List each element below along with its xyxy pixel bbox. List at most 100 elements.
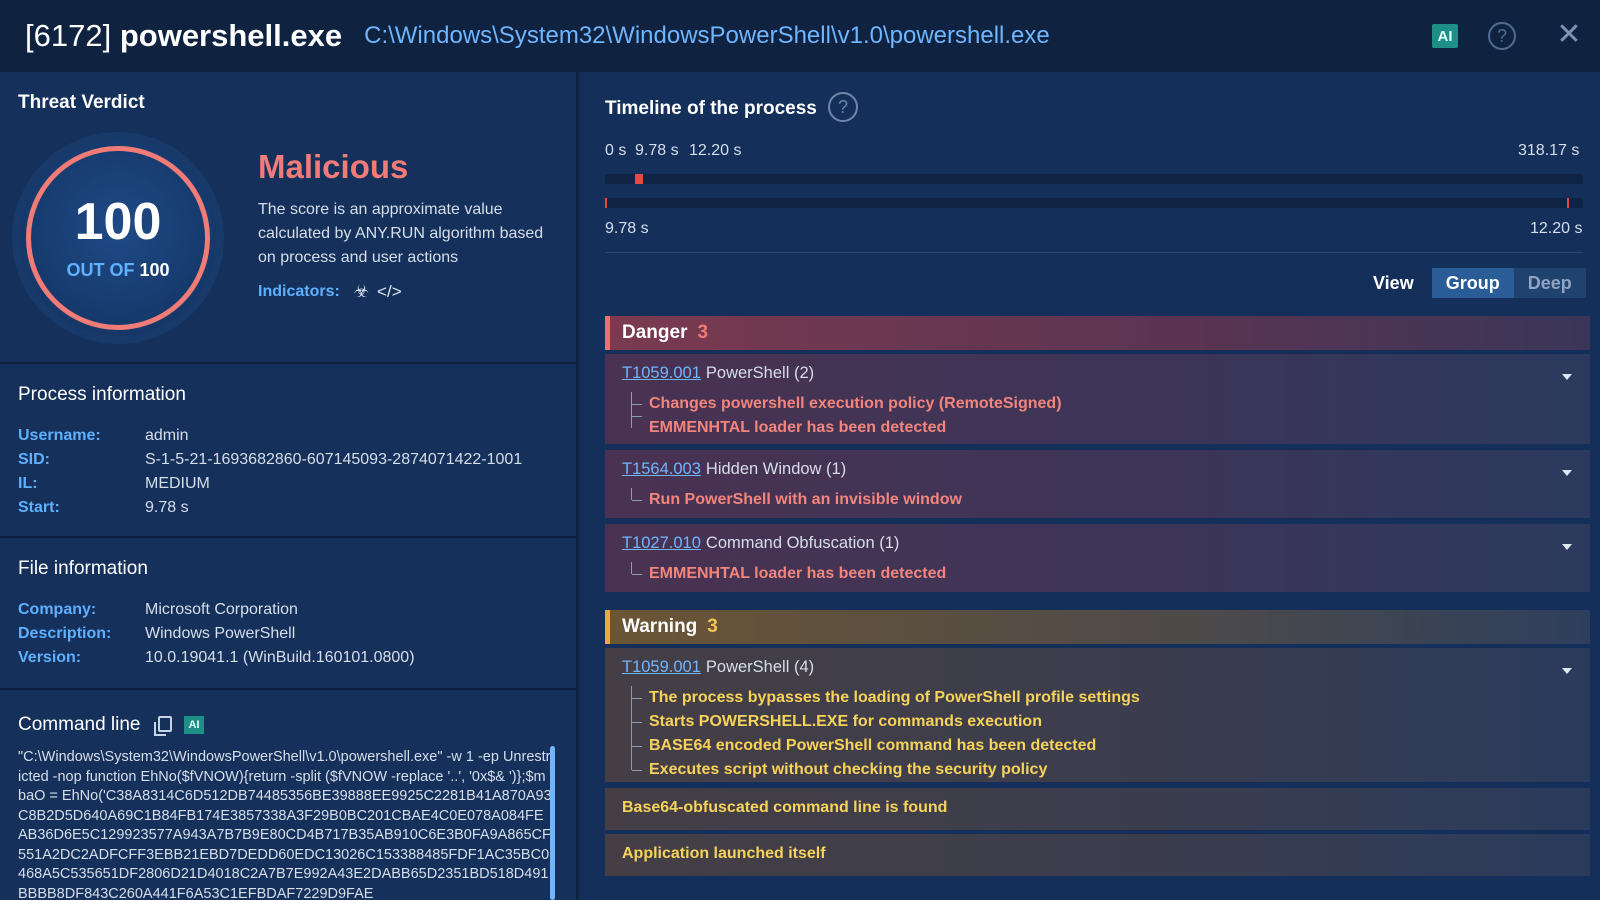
- score-value: 100: [74, 193, 162, 251]
- timeline-selection-marker[interactable]: [635, 174, 643, 184]
- chevron-down-icon[interactable]: [1562, 470, 1572, 476]
- ai-icon[interactable]: AI: [184, 716, 204, 734]
- info-row: Start: 9.78 s: [18, 496, 522, 520]
- chevron-down-icon[interactable]: [1562, 374, 1572, 380]
- tree-lines: [631, 686, 643, 771]
- info-value: MEDIUM: [145, 475, 210, 492]
- tree-lines: [631, 392, 643, 428]
- info-key: Username:: [18, 427, 101, 444]
- left-panel: Threat Verdict 100 OUT OF 100 Malicious …: [0, 72, 578, 900]
- info-row: Company: Microsoft Corporation: [18, 598, 415, 622]
- indicator-list: EMMENHTAL loader has been detected: [649, 562, 946, 586]
- indicator-item[interactable]: Executes script without checking the sec…: [649, 758, 1140, 782]
- indicator-list: Run PowerShell with an invisible window: [649, 488, 962, 512]
- technique-header: T1564.003 Hidden Window (1): [622, 460, 846, 479]
- warning-item-label: Base64-obfuscated command line is found: [622, 799, 948, 816]
- technique-card[interactable]: T1027.010 Command Obfuscation (1) EMMENHT…: [605, 524, 1590, 592]
- tree-lines: [631, 488, 643, 501]
- info-value: 10.0.19041.1 (WinBuild.160101.0800): [145, 649, 415, 666]
- danger-label: Danger: [622, 322, 688, 343]
- view-label: View: [1373, 272, 1414, 293]
- warning-count: 3: [707, 616, 718, 637]
- out-of-prefix: OUT OF: [66, 260, 135, 280]
- divider: [605, 252, 1583, 253]
- process-path[interactable]: C:\Windows\System32\WindowsPowerShell\v1…: [364, 22, 1050, 50]
- technique-header: T1059.001 PowerShell (2): [622, 364, 814, 383]
- technique-name: Command Obfuscation (1): [705, 534, 900, 552]
- timeline-track-zoom[interactable]: [605, 198, 1583, 208]
- chevron-down-icon[interactable]: [1562, 544, 1572, 550]
- command-line-text[interactable]: "C:\Windows\System32\WindowsPowerShell\v…: [18, 748, 552, 900]
- info-value: admin: [145, 427, 189, 444]
- timeline-label: 12.20 s: [689, 142, 742, 159]
- chevron-down-icon[interactable]: [1562, 668, 1572, 674]
- timeline-start-tick: [605, 198, 607, 208]
- warning-label: Warning: [622, 616, 698, 637]
- view-group-button[interactable]: Group: [1431, 268, 1514, 298]
- indicator-item[interactable]: The process bypasses the loading of Powe…: [649, 686, 1140, 710]
- indicator-item[interactable]: Starts POWERSHELL.EXE for commands execu…: [649, 710, 1140, 734]
- technique-id-link[interactable]: T1027.010: [622, 534, 701, 552]
- file-information-section: File information Company: Microsoft Corpo…: [0, 538, 578, 690]
- copy-icon[interactable]: [154, 716, 172, 736]
- command-line-section: Command line AI "C:\Windows\System32\Win…: [0, 690, 578, 900]
- code-icon[interactable]: </>: [377, 282, 402, 302]
- close-icon[interactable]: ✕: [1554, 20, 1584, 50]
- indicator-list: The process bypasses the loading of Powe…: [649, 686, 1140, 782]
- view-deep-button[interactable]: Deep: [1513, 268, 1586, 298]
- help-icon[interactable]: ?: [1488, 22, 1516, 50]
- indicator-item[interactable]: BASE64 encoded PowerShell command has be…: [649, 734, 1140, 758]
- timeline-title: Timeline of the process: [605, 98, 817, 119]
- window-header: [6172] powershell.exe C:\Windows\System3…: [0, 0, 1600, 72]
- info-key: Company:: [18, 601, 97, 618]
- info-row: SID: S-1-5-21-1693682860-607145093-287407…: [18, 448, 522, 472]
- process-info-list: Username: admin SID: S-1-5-21-1693682860-6…: [18, 424, 522, 520]
- danger-bar: [605, 316, 610, 350]
- right-panel: Timeline of the process ? 0 s 9.78 s 12.…: [580, 72, 1600, 900]
- file-info-list: Company: Microsoft Corporation Descriptio…: [18, 598, 415, 670]
- technique-id-link[interactable]: T1059.001: [622, 658, 701, 676]
- technique-header: T1059.001 PowerShell (4): [622, 658, 814, 677]
- info-key: Description:: [18, 625, 112, 642]
- technique-card[interactable]: T1564.003 Hidden Window (1) Run PowerShel…: [605, 450, 1590, 518]
- ai-icon[interactable]: AI: [1432, 24, 1458, 48]
- score-gauge: 100 OUT OF 100: [20, 140, 216, 336]
- file-information-title: File information: [18, 558, 148, 579]
- technique-id-link[interactable]: T1564.003: [622, 460, 701, 478]
- command-scrollbar[interactable]: [550, 746, 555, 900]
- danger-count: 3: [697, 322, 709, 343]
- indicator-item[interactable]: EMMENHTAL loader has been detected: [649, 562, 946, 586]
- process-information-title: Process information: [18, 384, 186, 405]
- warning-group-header[interactable]: Warning 3: [605, 610, 1590, 644]
- technique-name: PowerShell (4): [705, 658, 815, 676]
- technique-card[interactable]: T1059.001 PowerShell (2) Changes powershe…: [605, 354, 1590, 444]
- technique-header: T1027.010 Command Obfuscation (1): [622, 534, 899, 553]
- verdict-label: Malicious: [258, 148, 409, 185]
- timeline-label: 9.78 s: [635, 142, 679, 159]
- warning-item[interactable]: Base64-obfuscated command line is found: [605, 788, 1590, 830]
- timeline-zoom-end: 12.20 s: [1530, 220, 1583, 237]
- timeline-track-overview[interactable]: [605, 174, 1583, 184]
- info-row: Description: Windows PowerShell: [18, 622, 415, 646]
- process-name: powershell.exe: [119, 18, 343, 53]
- process-information-section: Process information Username: admin SID: S…: [0, 364, 578, 538]
- info-key: IL:: [18, 475, 38, 492]
- info-row: Version: 10.0.19041.1 (WinBuild.160101.08…: [18, 646, 415, 670]
- technique-name: PowerShell (2): [705, 364, 815, 382]
- warning-bar: [605, 610, 610, 644]
- timeline-end-label: 318.17 s: [1518, 142, 1580, 159]
- technique-name: Hidden Window (1): [705, 460, 847, 478]
- indicator-item[interactable]: Changes powershell execution policy (Rem…: [649, 392, 1062, 416]
- danger-group-header[interactable]: Danger 3: [605, 316, 1590, 350]
- help-icon[interactable]: ?: [828, 92, 858, 122]
- process-pid: [6172]: [25, 18, 112, 53]
- technique-card[interactable]: T1059.001 PowerShell (4) The process bypa…: [605, 648, 1590, 782]
- warning-item[interactable]: Application launched itself: [605, 834, 1590, 876]
- command-line-title: Command line: [18, 714, 141, 735]
- biohazard-icon[interactable]: ☣: [354, 282, 369, 302]
- technique-id-link[interactable]: T1059.001: [622, 364, 701, 382]
- indicator-item[interactable]: EMMENHTAL loader has been detected: [649, 416, 1062, 440]
- info-key: Version:: [18, 649, 82, 666]
- indicator-item[interactable]: Run PowerShell with an invisible window: [649, 488, 962, 512]
- score-out-of: OUT OF 100: [20, 260, 216, 281]
